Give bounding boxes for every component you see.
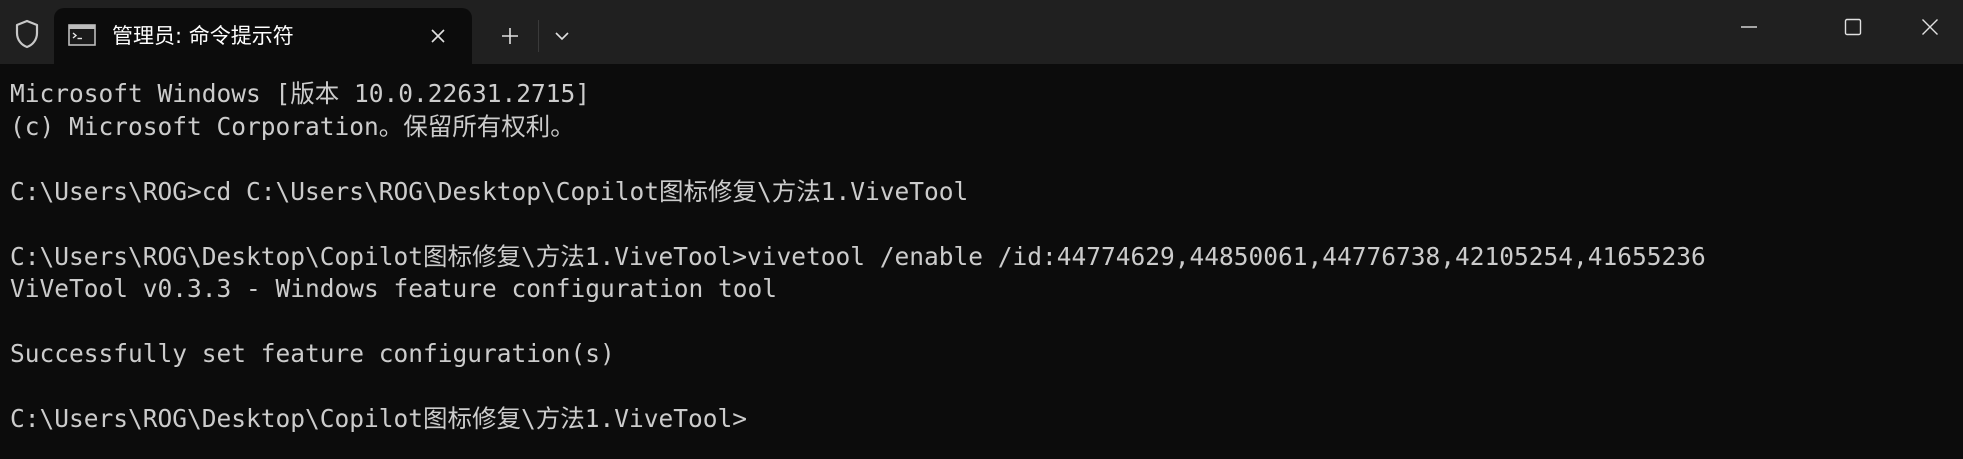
new-tab-button[interactable] — [490, 18, 530, 54]
terminal-line: C:\Users\ROG>cd C:\Users\ROG\Desktop\Cop… — [10, 176, 969, 206]
maximize-icon — [1844, 18, 1862, 36]
minimize-button[interactable] — [1706, 0, 1792, 54]
tab-command-prompt[interactable]: 管理员: 命令提示符 — [54, 8, 472, 64]
minimize-icon — [1741, 26, 1757, 28]
terminal-line: Successfully set feature configuration(s… — [10, 339, 615, 368]
terminal-output[interactable]: Microsoft Windows [版本 10.0.22631.2715] (… — [0, 64, 1963, 459]
title-bar[interactable]: 管理员: 命令提示符 — [0, 0, 1963, 64]
terminal-window: 管理员: 命令提示符 Microsoft Windows [版本 10.0.22… — [0, 0, 1963, 459]
command-prompt-line[interactable]: C:\Users\ROG\Desktop\Copilot图标修复\方法1.Viv… — [10, 403, 1953, 436]
maximize-button[interactable] — [1810, 0, 1896, 54]
cmd-icon — [68, 24, 96, 46]
plus-icon — [502, 28, 518, 44]
chevron-down-icon — [555, 32, 569, 41]
close-tab-button[interactable] — [422, 20, 454, 52]
shield-icon — [8, 14, 46, 54]
terminal-line: (c) Microsoft Corporation。保留所有权利。 — [10, 111, 575, 141]
close-icon — [431, 29, 445, 43]
tab-divider — [538, 20, 539, 52]
terminal-line: ViVeTool v0.3.3 - Windows feature config… — [10, 274, 778, 303]
close-icon — [1921, 19, 1938, 35]
terminal-line: C:\Users\ROG\Desktop\Copilot图标修复\方法1.Viv… — [10, 241, 1706, 271]
terminal-line: Microsoft Windows [版本 10.0.22631.2715] — [10, 79, 591, 108]
tab-dropdown-button[interactable] — [544, 18, 580, 54]
tab-title: 管理员: 命令提示符 — [112, 24, 294, 48]
close-window-button[interactable] — [1896, 0, 1963, 54]
